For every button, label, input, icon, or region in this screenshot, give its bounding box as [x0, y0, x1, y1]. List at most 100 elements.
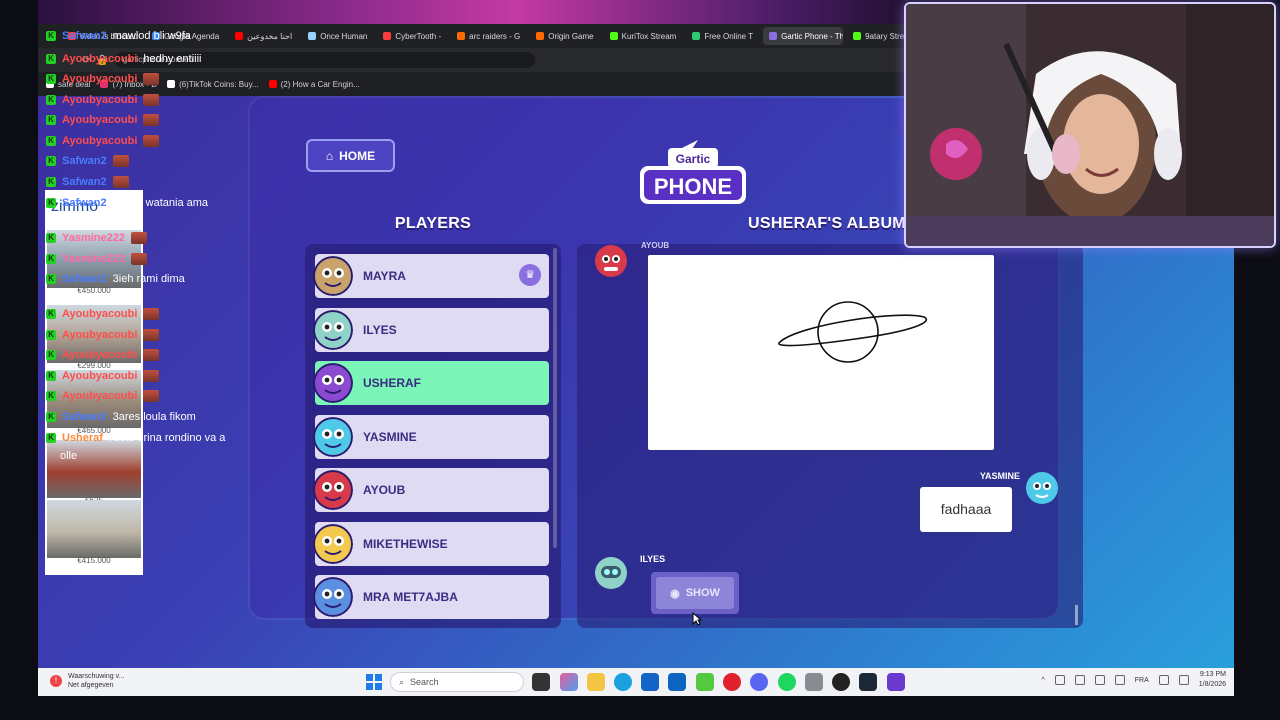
game-app-icon[interactable] [887, 673, 905, 691]
kick-badge-icon: K [46, 254, 56, 264]
players-title: PLAYERS [394, 215, 472, 232]
home-button[interactable]: ⌂ HOME [306, 139, 395, 172]
edge-icon[interactable] [614, 673, 632, 691]
tab-favicon-icon [769, 32, 778, 40]
vpn-icon[interactable] [1074, 675, 1085, 685]
chat-message: K Safwan2 3ieh rami dima [46, 273, 185, 285]
camera-icon[interactable] [1114, 675, 1125, 685]
volume-icon[interactable] [1178, 675, 1189, 685]
kick-app-icon[interactable] [696, 673, 714, 691]
chevron-up-icon[interactable]: ^ [1041, 677, 1044, 684]
browser-tab[interactable]: Origin Game [530, 27, 599, 45]
browser-tab[interactable]: Free Online T [686, 27, 759, 45]
tab-favicon-icon [308, 32, 317, 40]
eye-icon: ◉ [670, 587, 680, 600]
tab-label: Origin Game [548, 31, 594, 41]
chat-message: K Yasmine222 [46, 253, 147, 265]
taskbar: ! Waarschuwing v... Net afgegeven ⌕ Sear… [38, 668, 1234, 696]
planet-drawing [778, 301, 928, 363]
clock-time: 9:13 PM [1199, 671, 1226, 678]
chat-username[interactable]: Safwan2 [62, 155, 107, 167]
network-icon[interactable] [1054, 675, 1065, 685]
player-name: MAYRA [363, 269, 406, 283]
task-view-icon[interactable] [532, 673, 550, 691]
language-indicator[interactable]: FRA [1135, 677, 1149, 684]
chat-username[interactable]: Ayoubyacoubi [62, 53, 137, 65]
search-icon: ⌕ [399, 676, 405, 687]
chat-username[interactable]: Ayoubyacoubi [62, 308, 137, 320]
file-explorer-icon[interactable] [587, 673, 605, 691]
warning-icon: ! [50, 675, 62, 687]
chat-username[interactable]: Ayoubyacoubi [62, 349, 137, 361]
chat-username[interactable]: Safwan2 [62, 30, 107, 42]
tab-favicon-icon [383, 32, 392, 40]
mic-icon[interactable] [1094, 675, 1105, 685]
tab-favicon-icon [692, 32, 701, 40]
discord-icon[interactable] [750, 673, 768, 691]
show-button[interactable]: ◉ SHOW [651, 572, 739, 614]
outlook-icon[interactable] [668, 673, 686, 691]
opera-icon[interactable] [723, 673, 741, 691]
player-avatar [313, 363, 353, 403]
emote-icon [143, 390, 160, 402]
chat-username[interactable]: Ayoubyacoubi [62, 94, 137, 106]
chat-username[interactable]: Safwan2 [62, 411, 107, 423]
settings-icon[interactable] [805, 673, 823, 691]
chat-username[interactable]: Ayoubyacoubi [62, 329, 137, 341]
player-avatar [313, 309, 353, 350]
kick-badge-icon: K [46, 156, 56, 166]
chat-message: K Safwan2 rsam l watania ama [46, 197, 208, 209]
browser-tab[interactable]: KuriTox Stream [604, 27, 683, 45]
clock[interactable]: 9:13 PM 1/8/2026 [1199, 670, 1226, 690]
logo-top-text: Gartic [676, 152, 711, 166]
kick-badge-icon: K [46, 391, 56, 401]
players-scrollbar[interactable] [553, 248, 557, 548]
crown-icon: ♛ [519, 264, 541, 286]
chat-username[interactable]: Ayoubyacoubi [62, 370, 137, 382]
chat-username[interactable]: Safwan2 [62, 176, 107, 188]
browser-tab[interactable]: arc raiders - G [451, 27, 526, 45]
chat-message: K Safwan2 3ares loula fikom [46, 411, 196, 423]
ayoub-avatar [595, 245, 627, 277]
chat-username[interactable]: Ayoubyacoubi [62, 390, 137, 402]
taskbar-search[interactable]: ⌕ Search [390, 672, 524, 692]
spotify-icon[interactable] [778, 673, 796, 691]
chat-username[interactable]: Usheraf [62, 432, 103, 444]
chat-message: K Ayoubyacoubi [46, 114, 160, 126]
show-button-inner[interactable]: ◉ SHOW [656, 577, 734, 609]
kick-badge-icon: K [46, 330, 56, 340]
answer-bubble: fadhaaa [920, 487, 1012, 532]
chat-username[interactable]: Ayoubyacoubi [62, 73, 137, 85]
kick-badge-icon: K [46, 233, 56, 243]
chat-message: K Usheraf l'eole 9rina rondino va a [46, 432, 225, 444]
player-row: MRA MET7AJBA [313, 575, 549, 619]
windows-start-icon[interactable] [366, 674, 382, 690]
album-scrollbar[interactable] [1075, 605, 1078, 625]
browser-tab[interactable]: Once Human [302, 27, 373, 45]
chat-username[interactable]: Safwan2 [62, 273, 107, 285]
steam-icon[interactable] [859, 673, 877, 691]
emote-icon [143, 135, 160, 147]
emote-icon [112, 155, 129, 167]
mouse-cursor-icon [692, 612, 702, 626]
tab-label: Once Human [320, 31, 368, 41]
chat-message: K Ayoubyacoubi hedhy entiiii [46, 53, 201, 65]
home-icon: ⌂ [325, 148, 334, 163]
player-name: MIKETHEWISE [363, 536, 448, 551]
copilot-icon[interactable] [560, 673, 578, 691]
chat-username[interactable]: Ayoubyacoubi [62, 135, 137, 147]
obs-icon[interactable] [832, 673, 850, 691]
chat-username[interactable]: Yasmine222 [62, 232, 125, 244]
chat-username[interactable]: Ayoubyacoubi [62, 114, 137, 126]
browser-tab[interactable]: Gartic Phone - The Tele [763, 27, 844, 45]
store-icon[interactable] [641, 673, 659, 691]
chat-username[interactable]: Yasmine222 [62, 253, 125, 265]
player-avatar [313, 523, 353, 564]
browser-tab[interactable]: CyberTooth - [377, 27, 447, 45]
player-name: AYOUB [363, 483, 406, 497]
chat-username[interactable]: Safwan2 [62, 197, 107, 209]
kick-badge-icon: K [46, 371, 56, 381]
notification[interactable]: ! Waarschuwing v... Net afgegeven [50, 672, 124, 690]
display-icon[interactable] [1158, 675, 1169, 685]
chat-text: 3ares loula fikom [112, 411, 196, 423]
